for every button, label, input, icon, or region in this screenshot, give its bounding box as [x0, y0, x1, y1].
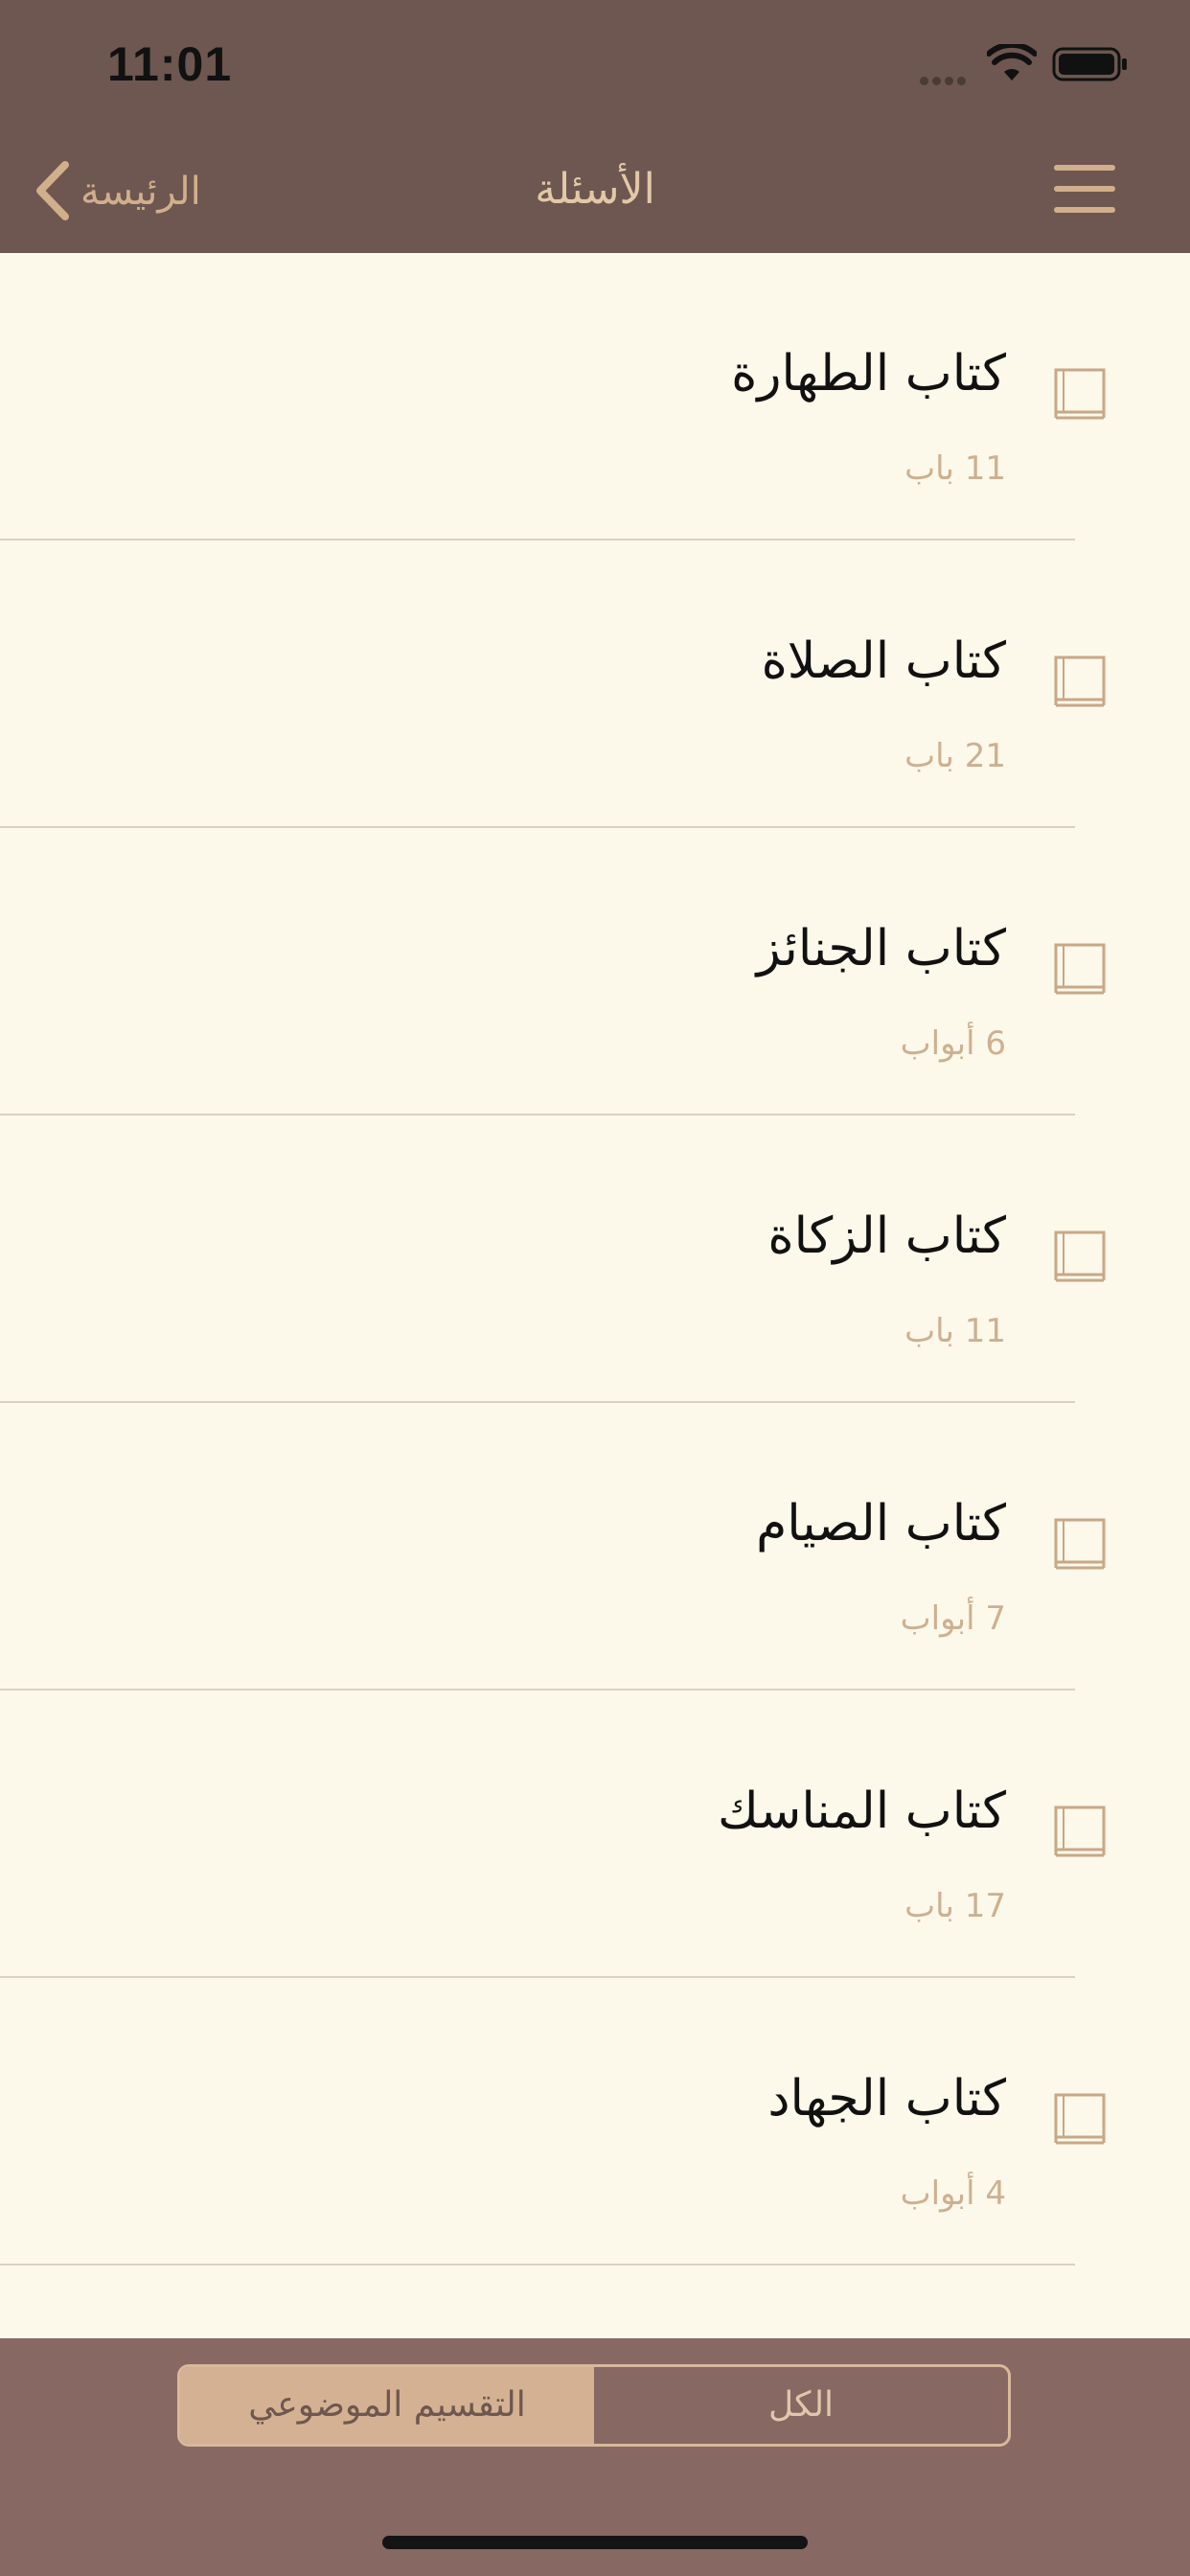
- book-title: كتاب الصيام: [756, 1495, 1006, 1552]
- list-item[interactable]: كتاب الصلاة 21 باب: [0, 540, 1190, 828]
- list-item[interactable]: كتاب الطهارة 11 باب: [0, 253, 1190, 540]
- segment-all[interactable]: الكل: [594, 2367, 1008, 2444]
- book-title: كتاب الجهاد: [767, 2070, 1006, 2128]
- back-button[interactable]: الرئيسة: [27, 153, 218, 230]
- book-chapter-count: 4 أبواب: [900, 2174, 1006, 2213]
- list-item[interactable]: كتاب المناسك 17 باب: [0, 1690, 1190, 1978]
- page-title: الأسئلة: [535, 165, 655, 214]
- book-icon: [1054, 656, 1106, 707]
- book-icon: [1054, 368, 1106, 420]
- status-bar: 11:01: [0, 0, 1190, 126]
- list-item[interactable]: كتاب الجهاد 4 أبواب: [0, 1978, 1190, 2266]
- book-icon: [1054, 2093, 1106, 2145]
- books-list: كتاب الطهارة 11 باب كتاب الصلاة 21 باب ك…: [0, 253, 1190, 2266]
- segment-topical[interactable]: التقسيم الموضوعي: [180, 2367, 594, 2444]
- divider: [0, 2264, 1075, 2266]
- book-title: كتاب الزكاة: [767, 1208, 1006, 1265]
- book-title: كتاب المناسك: [717, 1782, 1006, 1840]
- book-icon: [1054, 943, 1106, 995]
- wifi-icon: [987, 44, 1037, 80]
- back-label: الرئيسة: [80, 170, 201, 214]
- segmented-control: التقسيم الموضوعي الكل: [177, 2364, 1011, 2447]
- book-chapter-count: 11 باب: [904, 1312, 1006, 1350]
- book-icon: [1054, 1806, 1106, 1857]
- book-chapter-count: 21 باب: [904, 737, 1006, 775]
- list-item[interactable]: كتاب الزكاة 11 باب: [0, 1116, 1190, 1403]
- book-icon: [1054, 1230, 1106, 1282]
- book-title: كتاب الطهارة: [731, 345, 1006, 402]
- signal-icon: [920, 71, 973, 85]
- book-title: كتاب الصلاة: [761, 632, 1006, 690]
- battery-icon: [1052, 47, 1127, 81]
- book-chapter-count: 6 أبواب: [900, 1024, 1006, 1063]
- menu-button[interactable]: [1050, 161, 1119, 217]
- book-chapter-count: 7 أبواب: [900, 1599, 1006, 1638]
- book-chapter-count: 17 باب: [904, 1887, 1006, 1925]
- list-item[interactable]: كتاب الصيام 7 أبواب: [0, 1403, 1190, 1690]
- status-time: 11:01: [107, 37, 233, 91]
- book-chapter-count: 11 باب: [904, 449, 1006, 488]
- home-indicator: [382, 2536, 808, 2549]
- book-title: كتاب الجنائز: [756, 920, 1006, 978]
- list-item[interactable]: كتاب الجنائز 6 أبواب: [0, 828, 1190, 1116]
- chevron-left-icon: [36, 161, 69, 220]
- book-icon: [1054, 1518, 1106, 1570]
